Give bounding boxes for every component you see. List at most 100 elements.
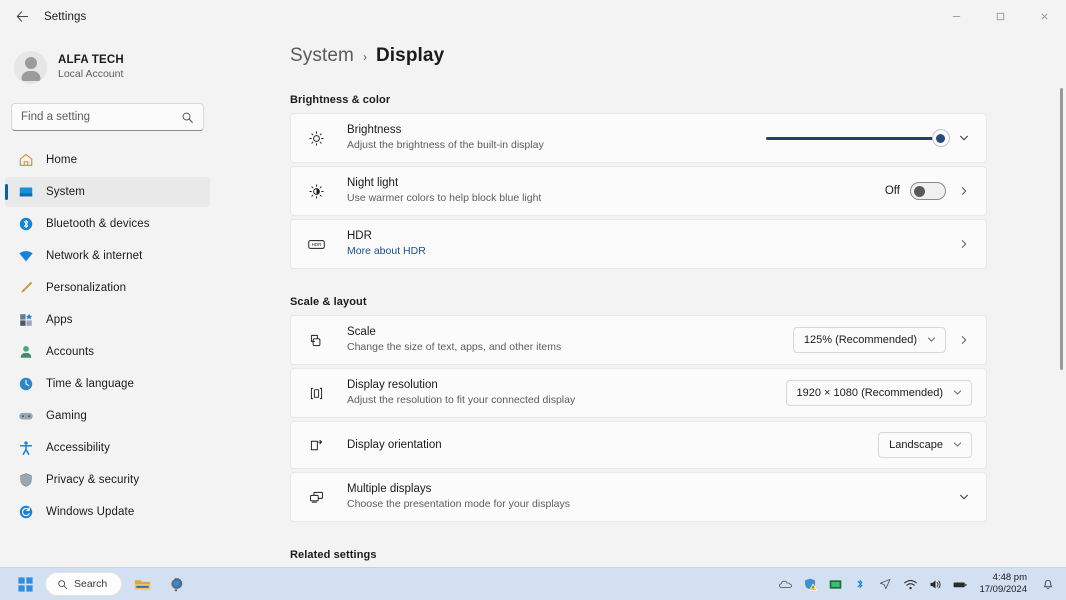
night-light-card[interactable]: Night light Use warmer colors to help bl… xyxy=(290,166,987,216)
scrollbar[interactable] xyxy=(1060,33,1063,567)
close-button[interactable] xyxy=(1022,0,1066,33)
user-profile[interactable]: ALFA TECH Local Account xyxy=(0,33,215,89)
scale-card[interactable]: Scale Change the size of text, apps, and… xyxy=(290,315,987,365)
title-bar: Settings xyxy=(0,0,1066,33)
scale-title: Scale xyxy=(347,326,376,339)
brightness-card[interactable]: Brightness Adjust the brightness of the … xyxy=(290,113,987,163)
sidebar-item-accounts[interactable]: Accounts xyxy=(5,337,210,367)
orientation-dropdown[interactable]: Landscape xyxy=(878,432,972,458)
scale-dropdown[interactable]: 125% (Recommended) xyxy=(792,327,946,353)
battery-icon[interactable] xyxy=(952,576,968,592)
scrollbar-thumb[interactable] xyxy=(1060,88,1063,370)
page-title: Display xyxy=(375,45,445,66)
slider-thumb[interactable] xyxy=(931,129,950,147)
search-box[interactable] xyxy=(11,103,204,131)
sidebar-item-label: Network & internet xyxy=(46,250,143,262)
bluetooth-icon xyxy=(17,215,35,233)
shield-icon xyxy=(17,471,35,489)
hdr-card[interactable]: HDR HDR More about HDR xyxy=(290,219,987,269)
sidebar-item-bluetooth-devices[interactable]: Bluetooth & devices xyxy=(5,209,210,239)
start-button[interactable] xyxy=(12,571,38,597)
bell-icon[interactable] xyxy=(1040,576,1056,592)
sidebar-item-label: Home xyxy=(46,154,78,166)
security-warning-icon[interactable] xyxy=(802,576,818,592)
settings-button[interactable] xyxy=(162,571,188,597)
bluetooth-icon[interactable] xyxy=(852,576,868,592)
accounts-icon xyxy=(17,343,35,361)
chevron-right-icon[interactable] xyxy=(956,334,972,346)
section-brightness-color: Brightness & color xyxy=(290,94,391,106)
sidebar: ALFA TECH Local Account Find a setting H… xyxy=(0,33,215,567)
toggle-knob xyxy=(914,185,925,197)
file-explorer-button[interactable] xyxy=(129,571,155,597)
settings-gear-icon xyxy=(171,577,183,591)
sidebar-item-accessibility[interactable]: Accessibility xyxy=(5,433,210,463)
brightness-subtitle: Adjust the brightness of the built-in di… xyxy=(347,139,544,152)
sidebar-item-system[interactable]: System xyxy=(5,177,210,207)
resolution-value: 1920 × 1080 (Recommended) xyxy=(796,387,943,399)
brightness-color-group: Brightness Adjust the brightness of the … xyxy=(290,113,987,269)
sidebar-item-apps[interactable]: Apps xyxy=(5,305,210,335)
taskbar-clock[interactable]: 4:48 pm 17/09/2024 xyxy=(979,572,1027,596)
minimize-icon xyxy=(952,16,960,17)
clock-date: 17/09/2024 xyxy=(979,584,1027,595)
sidebar-item-label: Accounts xyxy=(46,346,95,358)
settings-window: Settings ALFA TECH Local Account Find a … xyxy=(0,0,1066,600)
sidebar-item-label: Bluetooth & devices xyxy=(46,218,150,230)
brightness-title: Brightness xyxy=(347,124,402,137)
multiple-displays-card[interactable]: Multiple displays Choose the presentatio… xyxy=(290,472,987,522)
resolution-dropdown[interactable]: 1920 × 1080 (Recommended) xyxy=(785,380,972,406)
orientation-value: Landscape xyxy=(889,439,943,451)
brightness-slider[interactable] xyxy=(766,129,950,147)
hdr-title: HDR xyxy=(347,230,372,243)
search-icon xyxy=(58,579,68,589)
personalization-icon xyxy=(17,279,35,297)
sidebar-item-label: Windows Update xyxy=(46,506,135,518)
location-icon[interactable] xyxy=(877,576,893,592)
multiple-displays-icon xyxy=(305,489,327,506)
main-content: System › Display Brightness & color Brig… xyxy=(215,33,1066,567)
night-light-icon xyxy=(305,183,327,200)
sidebar-nav: Home System Bluetooth & devices Network … xyxy=(0,145,215,527)
clock-time: 4:48 pm xyxy=(992,572,1027,584)
sidebar-item-windows-update[interactable]: Windows Update xyxy=(5,497,210,527)
search-icon xyxy=(182,112,193,123)
close-icon xyxy=(1040,13,1048,20)
wifi-icon[interactable] xyxy=(902,576,918,592)
display-resolution-card[interactable]: Display resolution Adjust the resolution… xyxy=(290,368,987,418)
sidebar-item-label: Accessibility xyxy=(46,442,110,454)
profile-name: ALFA TECH xyxy=(58,53,124,66)
back-button[interactable] xyxy=(6,1,38,33)
hdr-link[interactable]: More about HDR xyxy=(347,245,956,259)
maximize-icon xyxy=(996,12,1004,21)
night-light-toggle[interactable] xyxy=(910,182,946,200)
sidebar-item-time-language[interactable]: Time & language xyxy=(5,369,210,399)
chevron-right-icon[interactable] xyxy=(956,238,972,250)
taskbar-search-label: Search xyxy=(74,578,108,590)
sidebar-item-personalization[interactable]: Personalization xyxy=(5,273,210,303)
volume-icon[interactable] xyxy=(927,576,943,592)
profile-subtitle: Local Account xyxy=(58,68,124,81)
file-explorer-icon xyxy=(134,579,150,589)
sidebar-item-privacy-security[interactable]: Privacy & security xyxy=(5,465,210,495)
display-orientation-card[interactable]: Display orientation Landscape xyxy=(290,421,987,469)
night-light-state: Off xyxy=(884,185,900,197)
sidebar-item-network-internet[interactable]: Network & internet xyxy=(5,241,210,271)
sidebar-item-gaming[interactable]: Gaming xyxy=(5,401,210,431)
system-icon xyxy=(17,183,35,201)
chevron-down-icon[interactable] xyxy=(956,132,972,144)
sidebar-item-label: Time & language xyxy=(46,378,135,390)
chevron-right-icon[interactable] xyxy=(956,185,972,197)
network-icon xyxy=(17,247,35,265)
display-adapter-icon[interactable] xyxy=(827,576,843,592)
maximize-button[interactable] xyxy=(978,0,1022,33)
minimize-button[interactable] xyxy=(934,0,978,33)
breadcrumb-parent[interactable]: System xyxy=(290,45,354,67)
taskbar-search[interactable]: Search xyxy=(45,572,123,596)
chevron-down-icon[interactable] xyxy=(956,491,972,503)
search-input[interactable] xyxy=(21,111,181,123)
windows-start-icon xyxy=(17,576,33,592)
sidebar-item-home[interactable]: Home xyxy=(5,145,210,175)
onedrive-cloud-icon[interactable] xyxy=(777,576,793,592)
multiple-displays-title: Multiple displays xyxy=(347,483,432,496)
